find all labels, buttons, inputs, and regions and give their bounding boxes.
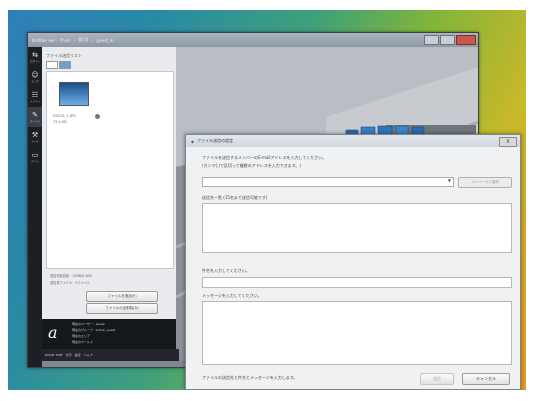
subject-label: 件名を入力してください。: [202, 268, 250, 273]
breadcrumb-2[interactable]: guest_m: [96, 38, 113, 43]
instruction-text-1: ファイルを送信するメンバーのE-mailアドレスを入力してください。: [202, 155, 327, 160]
breadcrumb-1[interactable]: 第1会: [78, 37, 89, 43]
thumbnail-view-button[interactable]: [59, 61, 71, 69]
email-address-combobox[interactable]: ▼: [202, 177, 454, 187]
toolbar-help[interactable]: ヘルプ: [84, 353, 93, 357]
minimize-button[interactable]: [424, 35, 439, 45]
breadcrumb-separator: ›: [91, 37, 94, 43]
footer-help-text: ファイルの送信先と件名とメッセージを入力します。: [202, 375, 298, 380]
sidebar-item-tools[interactable]: ⚒ ツール: [28, 127, 42, 147]
sidebar-item-users[interactable]: ☺ ユーザ: [28, 67, 42, 87]
app-title: Brother ew -: [32, 37, 57, 43]
add-file-button[interactable]: ファイルを追加(F): [86, 291, 158, 302]
toolbar-room-time[interactable]: ROOM TIME: [45, 353, 63, 357]
sidebar-item-members[interactable]: ☷ メンバー: [28, 87, 42, 107]
sidebar-item-files[interactable]: ✎ ファイル: [28, 107, 42, 127]
maximize-button[interactable]: [440, 35, 455, 45]
main-window-titlebar: Brother ew - Think › 第1会 › guest_m: [28, 33, 478, 47]
remove-file-icon[interactable]: [95, 114, 100, 119]
breadcrumb-0[interactable]: Think: [60, 38, 71, 43]
sidebar-item-label: ファイル: [29, 119, 40, 123]
user-info-bar: a 現在のユーザー : Guest 現在のグループ : Admin_guest …: [42, 319, 176, 349]
close-button[interactable]: [456, 35, 476, 45]
desktop-background: Brother ew - Think › 第1会 › guest_m ⇆ ログイ…: [8, 10, 526, 390]
view-toggle: [46, 61, 71, 69]
sidebar-item-login[interactable]: ⇆ ログイン: [28, 47, 42, 67]
file-name: DSC01_1.JPG: [53, 114, 76, 118]
bottom-toolbar: ROOM TIME 文字 設定 ヘルプ: [42, 349, 179, 361]
sidebar-item-games[interactable]: ▭ ゲーム: [28, 147, 42, 167]
file-send-panel: ファイル送信リスト DSC01_1.JPG 75.4 KB 送信可能容量 : 1…: [42, 47, 177, 361]
file-send-dialog: ◆ ファイル送信の設定 X ファイルを送信するメンバーのE-mailアドレスを入…: [185, 134, 521, 390]
send-button[interactable]: 送信: [420, 373, 454, 385]
capacity-value: 10MB/0.0KB: [72, 274, 92, 278]
sidebar-item-label: ユーザ: [31, 79, 39, 83]
recipients-label: 送信先一覧 (15名まで送信可能です): [202, 195, 268, 200]
sent-count-stat: 送信済ファイル : 0ファイル: [50, 281, 91, 285]
list-view-button[interactable]: [46, 61, 58, 69]
select-member-button[interactable]: メンバーから選択: [458, 177, 512, 188]
recipients-list[interactable]: [202, 203, 512, 253]
capacity-stat: 送信可能容量 : 10MB/0.0KB: [50, 274, 92, 278]
clear-files-button[interactable]: ファイルの全削除(D): [86, 303, 158, 314]
toolbar-settings[interactable]: 設定: [75, 353, 81, 357]
message-textarea[interactable]: [202, 301, 512, 365]
dialog-title: ファイル送信の設定: [197, 138, 234, 143]
subject-input[interactable]: [202, 277, 512, 288]
wrench-icon: ⚒: [31, 130, 39, 139]
sidebar-item-label: メンバー: [29, 99, 40, 103]
dialog-app-icon: ◆: [191, 138, 195, 144]
panel-label: ファイル送信リスト: [46, 53, 82, 58]
dialog-close-button[interactable]: X: [499, 137, 517, 147]
sidebar-item-label: ログイン: [29, 59, 40, 63]
user-line-1: 現在のグループ : Admin_guest: [72, 328, 116, 332]
capacity-label: 送信可能容量: [50, 274, 70, 278]
user-line-0: 現在のユーザー : Guest: [72, 322, 105, 326]
sent-count-label: 送信済ファイル: [50, 281, 73, 285]
users-icon: ☺: [31, 70, 39, 79]
app-logo: a: [48, 323, 58, 342]
user-line-3: 現在のワールド: [72, 340, 94, 344]
dialog-titlebar: ◆ ファイル送信の設定 X: [186, 135, 520, 147]
user-line-2: 現在のエリア: [72, 334, 91, 338]
breadcrumb-separator: ›: [73, 37, 76, 43]
cancel-button[interactable]: キャンセル: [462, 373, 510, 385]
toolbar-chat[interactable]: 文字: [66, 353, 72, 357]
left-sidebar: ⇆ ログイン ☺ ユーザ ☷ メンバー ✎ ファイル ⚒ ツール ▭ ゲーム: [28, 47, 42, 367]
sidebar-item-label: ゲーム: [31, 159, 39, 163]
file-size: 75.4 KB: [53, 120, 67, 124]
message-label: メッセージを入力してください。: [202, 293, 262, 298]
gamepad-icon: ▭: [31, 150, 39, 159]
window-controls: [424, 35, 476, 45]
file-list: DSC01_1.JPG 75.4 KB: [46, 71, 174, 269]
sent-count-value: 0ファイル: [75, 281, 91, 285]
members-icon: ☷: [31, 90, 39, 99]
file-icon: ✎: [32, 110, 38, 119]
login-icon: ⇆: [32, 50, 38, 59]
file-thumbnail[interactable]: [59, 82, 89, 106]
sidebar-item-label: ツール: [31, 139, 39, 143]
instruction-text-2: (カンマ(,)で区切って複数のアドレスを入力できます。): [202, 163, 301, 168]
chevron-down-icon[interactable]: ▼: [448, 178, 451, 183]
